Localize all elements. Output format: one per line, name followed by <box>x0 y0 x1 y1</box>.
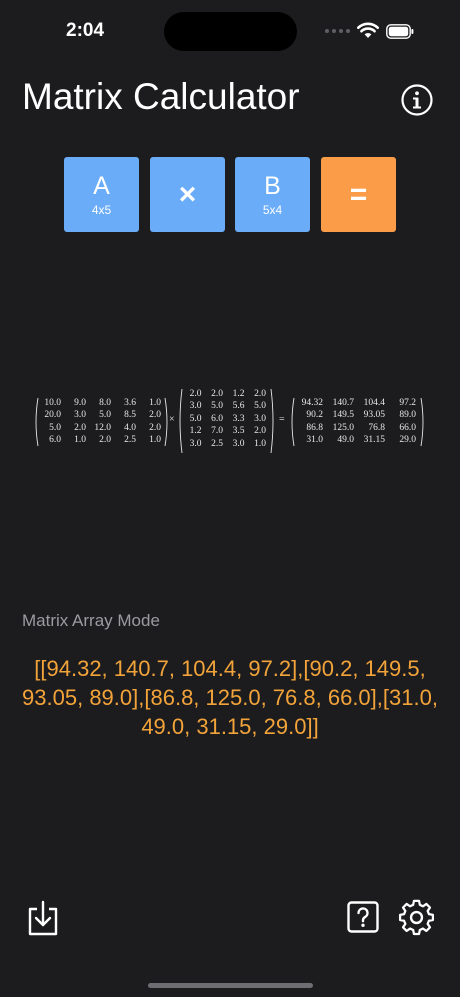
matrix-cell: 89.0 <box>399 410 416 421</box>
status-bar: 2:04 <box>0 0 460 64</box>
export-button[interactable] <box>27 900 59 941</box>
matrix-cell: 2.5 <box>211 438 223 449</box>
help-button[interactable] <box>347 901 379 938</box>
matrix-cell: 5.0 <box>211 401 223 412</box>
matrix-cell: 149.5 <box>332 410 354 421</box>
matrix-cell: 1.0 <box>254 438 266 449</box>
matrix-cell: 5.0 <box>99 410 111 421</box>
matrix-cell: 5.6 <box>232 401 245 412</box>
matrix-a-button[interactable]: A 4x5 <box>64 157 139 232</box>
matrix-cell: 97.2 <box>399 398 416 408</box>
matrix-cell: 2.0 <box>254 389 266 399</box>
info-circle-icon <box>401 84 433 116</box>
matrix-cell: 2.0 <box>149 410 161 421</box>
matrix-cell: 1.0 <box>74 435 86 446</box>
tray-download-icon <box>28 900 58 936</box>
matrix-cell: 125.0 <box>332 422 354 433</box>
matrix-cell: 94.32 <box>301 398 323 408</box>
equals-label: = <box>349 177 368 211</box>
matrix-cell: 31.0 <box>306 435 323 446</box>
operator-button[interactable]: × <box>150 157 225 232</box>
matrix-cell: 3.0 <box>189 438 202 449</box>
matrix-cell: 93.05 <box>363 410 385 421</box>
matrix-cell: 5.0 <box>254 401 266 412</box>
matrix-cell: 2.0 <box>99 435 111 446</box>
equals-symbol: = <box>279 414 285 425</box>
matrix-a-display: 10.0 9.0 8.0 3.6 1.0 20.0 3.0 5.0 8.5 2.0 5.0 2.0 12… <box>33 397 170 447</box>
matrix-cell: 3.5 <box>232 426 245 437</box>
matrix-cell: 31.15 <box>363 435 385 446</box>
array-mode-label: Matrix Array Mode <box>22 611 160 630</box>
matrix-cell: 8.5 <box>124 410 136 421</box>
matrix-b-display: 2.0 2.0 1.2 2.0 3.0 5.0 5.6 5.0 5.0 6.0 3.3 3.0 1.2 7… <box>177 388 276 454</box>
info-button[interactable] <box>400 83 434 117</box>
operator-label: × <box>178 177 197 211</box>
matrix-cell: 76.8 <box>368 422 385 433</box>
matrix-cell: 7.0 <box>211 426 223 437</box>
matrix-cell: 12.0 <box>94 422 111 433</box>
matrix-cell: 140.7 <box>332 398 354 408</box>
matrix-cell: 90.2 <box>306 410 323 421</box>
matrix-cell: 9.0 <box>74 398 86 408</box>
matrix-cell: 2.5 <box>124 435 136 446</box>
dynamic-island <box>164 12 297 51</box>
home-indicator <box>148 983 313 988</box>
matrix-cell: 1.2 <box>189 426 202 437</box>
matrix-cell: 6.0 <box>211 413 223 424</box>
matrix-equation: 10.0 9.0 8.0 3.6 1.0 20.0 3.0 5.0 8.5 2.0 5.0 2.0 12… <box>0 386 460 456</box>
matrix-cell: 10.0 <box>44 398 61 408</box>
matrix-cell: 8.0 <box>99 398 111 408</box>
matrix-cell: 6.0 <box>49 435 61 446</box>
array-mode-result: [[94.32, 140.7, 104.4, 97.2],[90.2, 149.… <box>22 656 438 739</box>
matrix-cell: 20.0 <box>44 410 61 421</box>
matrix-cell: 4.0 <box>124 422 136 433</box>
equals-button[interactable]: = <box>321 157 396 232</box>
matrix-a-dimensions: 4x5 <box>91 202 112 217</box>
matrix-cell: 3.6 <box>124 398 136 408</box>
matrix-cell: 1.0 <box>149 398 161 408</box>
matrix-cell: 3.3 <box>232 413 245 424</box>
matrix-cell: 3.0 <box>74 410 86 421</box>
matrix-cell: 86.8 <box>306 422 323 433</box>
right-bracket <box>420 397 424 447</box>
matrix-b-label: B <box>264 171 281 200</box>
matrix-cell: 1.2 <box>232 389 245 399</box>
settings-button[interactable] <box>398 899 435 941</box>
result-matrix-display: 94.32 140.7 104.4 97.2 90.2 149.5 93.05 89.0 86.… <box>289 397 426 447</box>
matrix-cell: 49.0 <box>337 435 354 446</box>
matrix-cell: 66.0 <box>399 422 416 433</box>
matrix-b-button[interactable]: B 5x4 <box>235 157 310 232</box>
matrix-cell: 104.4 <box>363 398 385 408</box>
question-square-icon <box>347 901 379 933</box>
matrix-cell: 2.0 <box>254 426 266 437</box>
gear-icon <box>398 899 435 936</box>
status-time: 2:04 <box>66 20 105 41</box>
matrix-cell: 2.0 <box>149 422 161 433</box>
matrix-cell: 2.0 <box>189 389 202 399</box>
matrix-cell: 5.0 <box>49 422 61 433</box>
matrix-cell: 29.0 <box>399 435 416 446</box>
multiply-symbol: × <box>169 414 175 425</box>
matrix-a-label: A <box>93 171 110 200</box>
matrix-cell: 5.0 <box>189 413 202 424</box>
wifi-icon <box>357 22 379 38</box>
matrix-cell: 3.0 <box>232 438 245 449</box>
battery-icon <box>386 24 414 39</box>
cellular-signal-icon <box>325 29 350 33</box>
matrix-cell: 2.0 <box>74 422 86 433</box>
matrix-cell: 3.0 <box>254 413 266 424</box>
matrix-cell: 3.0 <box>189 401 202 412</box>
matrix-cell: 2.0 <box>211 389 223 399</box>
right-bracket <box>270 388 274 454</box>
matrix-cell: 1.0 <box>149 435 161 446</box>
matrix-b-dimensions: 5x4 <box>262 202 283 217</box>
page-title: Matrix Calculator <box>22 76 300 117</box>
